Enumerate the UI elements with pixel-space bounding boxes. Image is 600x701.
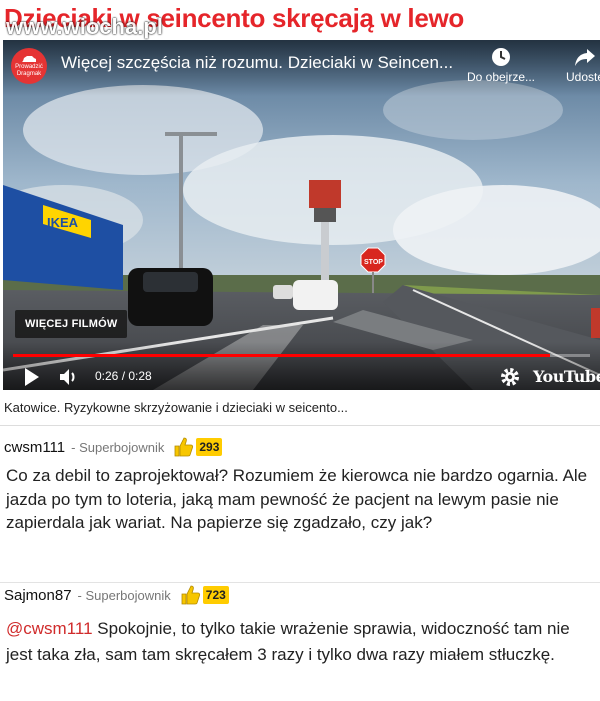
comment-text: Co za debil to zaprojektował? Rozumiem ż… (6, 466, 588, 532)
comment: Sajmon87 - Superbojownik 723 @cwsm111 Sp… (0, 582, 600, 701)
comment-mention[interactable]: @cwsm111 (6, 619, 93, 638)
stop-sign-text: STOP (364, 259, 383, 266)
youtube-logo[interactable]: YouTube (533, 367, 600, 386)
volume-icon[interactable] (58, 367, 80, 387)
watch-later-label: Do obejrze... (466, 70, 536, 84)
comment: cwsm111 - Superbojownik 293 Co za debil … (0, 427, 600, 582)
channel-logo-line-1: Prowadzić (15, 63, 43, 70)
comment-header: Sajmon87 - Superbojownik 723 (4, 583, 229, 607)
watch-later-button[interactable]: Do obejrze... (461, 46, 541, 84)
comment-username[interactable]: Sajmon87 (4, 587, 72, 604)
likes-count: 723 (202, 586, 229, 604)
more-videos-button[interactable]: WIĘCEJ FILMÓW (15, 310, 128, 338)
likes-count: 293 (196, 438, 223, 456)
comment-text: @cwsm111 Spokojnie, to tylko takie wraże… (6, 616, 598, 668)
comment-rank: - Superbojownik (77, 587, 171, 603)
likes-counter[interactable]: 293 (172, 436, 223, 458)
channel-logo[interactable]: Prowadzić Dragmak (11, 48, 47, 84)
gear-icon[interactable] (499, 366, 521, 388)
video-caption: Katowice. Ryzykowne skrzyżowanie i dziec… (4, 400, 348, 415)
video-title[interactable]: Więcej szczęścia niż rozumu. Dzieciaki w… (61, 53, 456, 73)
progress-bar[interactable] (13, 354, 590, 357)
channel-logo-line-2: Dragmak (16, 70, 42, 77)
ikea-sign-text: IKEA (47, 215, 79, 230)
thumbs-up-icon[interactable] (179, 584, 201, 606)
car-icon (22, 55, 36, 62)
share-button[interactable]: Udostę (555, 46, 600, 84)
video-player[interactable]: IKEA STOP Prowadzić Dragmak Więcej szczę… (3, 40, 600, 390)
clock-icon (492, 48, 510, 66)
comment-rank: - Superbojownik (71, 439, 165, 455)
play-icon[interactable] (23, 367, 41, 387)
thumbs-up-icon[interactable] (172, 436, 194, 458)
share-label: Udostę (565, 70, 600, 84)
progress-fill (13, 354, 550, 357)
comment-header: cwsm111 - Superbojownik 293 (4, 435, 223, 459)
likes-counter[interactable]: 723 (179, 584, 229, 606)
watermark: www.wiocha.pl (6, 14, 163, 39)
time-display: 0:26 / 0:28 (95, 369, 152, 383)
share-icon (575, 49, 595, 66)
comment-username[interactable]: cwsm111 (4, 439, 65, 456)
divider (0, 425, 600, 426)
